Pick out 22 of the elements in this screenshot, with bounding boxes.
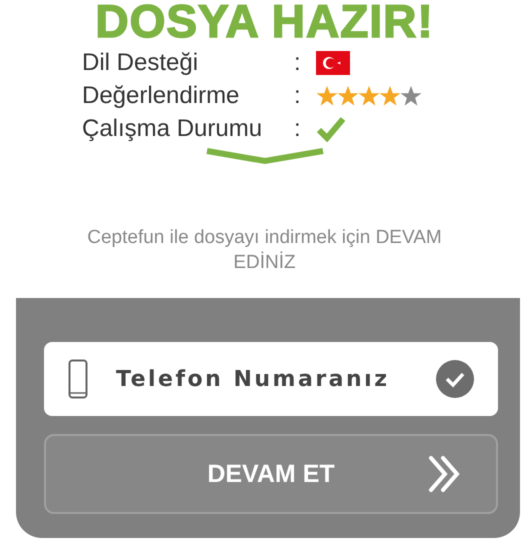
star-icon bbox=[358, 84, 380, 106]
colon: : bbox=[294, 114, 302, 142]
double-chevron-icon bbox=[428, 455, 462, 493]
star-icon bbox=[400, 84, 422, 106]
turkish-flag-icon bbox=[316, 50, 350, 74]
phone-icon bbox=[68, 359, 88, 399]
info-label: Değerlendirme bbox=[82, 82, 240, 110]
check-icon bbox=[316, 116, 346, 142]
instruction-text: Ceptefun ile dosyayı indirmek için DEVAM EDİNİZ bbox=[86, 226, 443, 275]
info-label: Dil Desteği bbox=[82, 48, 200, 76]
star-icon bbox=[379, 84, 401, 106]
chevron-down-icon bbox=[204, 147, 324, 165]
colon: : bbox=[294, 82, 302, 110]
star-icon bbox=[337, 84, 359, 106]
page-title: DOSYA HAZIR! bbox=[95, 0, 434, 46]
phone-field[interactable]: Telefon Numaranız bbox=[44, 342, 498, 416]
star-icon bbox=[316, 84, 338, 106]
check-circle-icon bbox=[436, 360, 474, 398]
continue-button[interactable]: DEVAM ET bbox=[44, 434, 498, 514]
colon: : bbox=[294, 48, 302, 76]
phone-number-input[interactable]: Telefon Numaranız bbox=[116, 359, 428, 399]
info-label: Çalışma Durumu bbox=[82, 114, 264, 142]
